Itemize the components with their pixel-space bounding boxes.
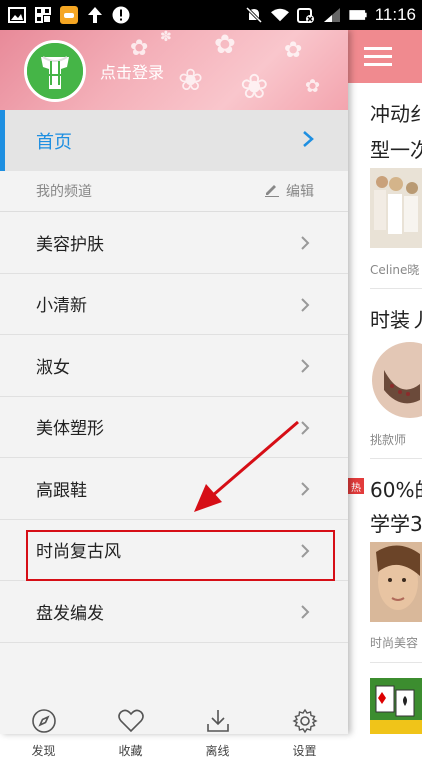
login-link[interactable]: 点击登录 [100,59,164,83]
channel-label: 小清新 [36,296,87,317]
channel-item[interactable]: 淑女 [0,335,348,397]
article-source: 挑款师 [370,433,407,447]
channel-item[interactable]: 盘发编发 [0,581,348,643]
sidebar-item-home[interactable]: 首页 [0,110,348,171]
status-bar: 11:16 [0,0,422,30]
chevron-right-icon [300,604,310,624]
menu-icon[interactable] [364,47,392,67]
nav-discover[interactable]: 发现 [9,708,79,759]
signal-icon [323,6,341,24]
divider [370,662,422,663]
article-title-line[interactable]: 时装丿 [370,304,422,333]
sim-icon [296,6,315,24]
battery-icon [349,6,367,24]
game-icon [60,6,78,24]
clock: 11:16 [374,5,416,24]
article-title-line[interactable]: 冲动纟 [370,98,422,127]
nav-label: 发现 [31,743,56,758]
drawer-header: ✿ ❀ ✿ ❀ ✿ ✿ ✽ 点击登录 [0,30,348,110]
flower-decoration: ✿ [284,38,303,63]
chevron-right-icon [300,297,310,317]
mute-icon [245,6,263,24]
nav-label: 收藏 [118,743,143,758]
chevron-right-icon [302,130,314,152]
flower-decoration: ✿ [130,36,149,61]
article-title-line[interactable]: 型一次 [370,134,422,163]
nav-settings[interactable]: 设置 [270,708,340,759]
flower-decoration: ❀ [178,63,204,98]
article-source: 时尚美容 [370,636,419,650]
pencil-icon [264,181,280,201]
flower-decoration: ✽ [160,30,172,45]
edit-label: 编辑 [286,184,314,200]
annotation-arrow-icon [194,420,299,512]
highlight-box [26,530,335,581]
article-feed: 冲动纟 型一次 Celine晓 时装丿 挑款师 热 60%的 学学3 [348,30,422,734]
article-thumbnail[interactable] [370,678,422,734]
compass-icon [31,708,57,738]
gear-icon [291,708,318,738]
alert-icon [112,6,130,24]
channel-label: 高跟鞋 [36,480,87,501]
channel-item[interactable]: 美容护肤 [0,212,348,274]
channel-label: 美容护肤 [36,234,104,255]
divider [370,288,422,289]
channel-label: 盘发编发 [36,603,104,624]
nav-label: 离线 [205,743,230,758]
nav-favorites[interactable]: 收藏 [96,708,166,759]
upload-icon [86,6,104,24]
article-thumbnail[interactable] [370,340,422,420]
flower-decoration: ✿ [214,30,236,60]
article-title-line[interactable]: 学学3 [370,508,422,537]
channel-label: 淑女 [36,357,70,378]
channel-item[interactable]: 小清新 [0,274,348,335]
channel-label: 美体塑形 [36,419,104,440]
gallery-icon [8,6,26,24]
article-thumbnail[interactable] [370,542,422,622]
avatar[interactable] [24,40,86,102]
sidebar-item-label: 首页 [36,131,72,153]
wifi-icon [270,6,289,24]
download-icon [205,708,231,738]
article-thumbnail[interactable] [370,168,422,248]
nav-label: 设置 [292,743,317,758]
channels-section-header: 我的频道 编辑 [0,171,348,212]
feed-header [348,30,422,83]
article-source: Celine晓 [370,263,420,277]
flower-decoration: ✿ [305,76,321,97]
flower-decoration: ❀ [240,67,269,107]
chevron-right-icon [300,235,310,255]
article-title-line[interactable]: 60%的 [370,474,422,503]
drawer-bottom-nav: 发现 收藏 离线 设置 [0,702,348,764]
section-title: 我的频道 [36,184,92,200]
heart-icon [117,708,145,738]
hot-badge: 热 [348,478,364,494]
divider [370,458,422,459]
nav-offline[interactable]: 离线 [183,708,253,759]
edit-button[interactable]: 编辑 [264,181,314,201]
navigation-drawer: ✿ ❀ ✿ ❀ ✿ ✿ ✽ 点击登录 首页 我的频道 编辑 美容护肤 小清新 淑… [0,30,348,758]
chevron-right-icon [300,358,310,378]
apps-icon [34,6,52,24]
